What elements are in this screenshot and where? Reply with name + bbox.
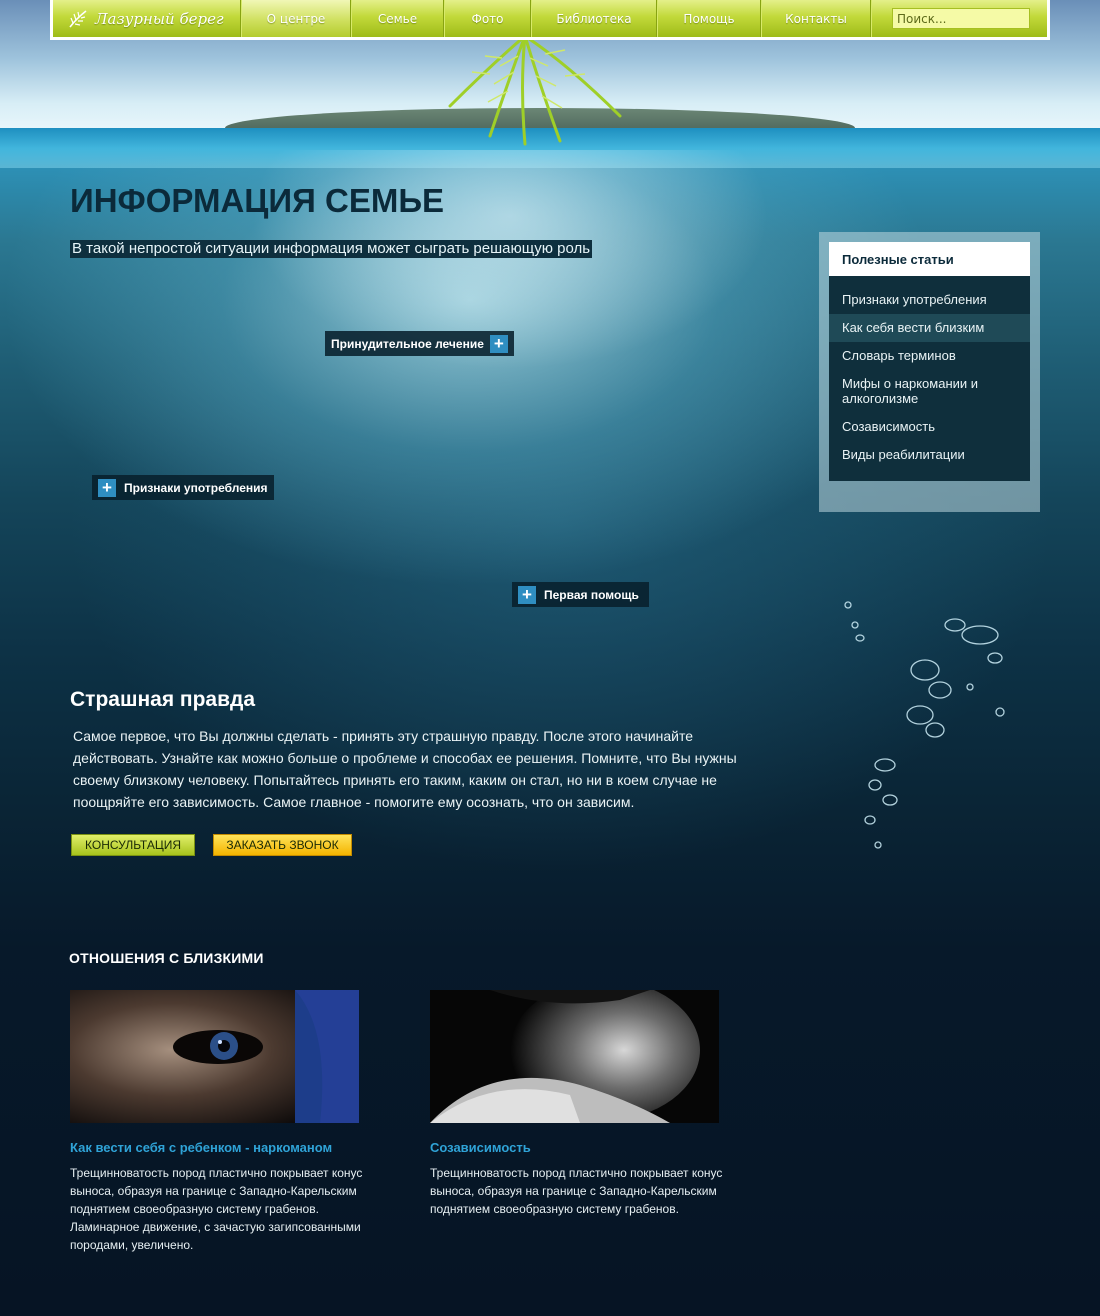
search-box xyxy=(892,8,1047,29)
sidebar-item-myths[interactable]: Мифы о наркомании и алкоголизме xyxy=(829,370,1030,413)
hotspot-label: Первая помощь xyxy=(544,587,639,602)
sidebar-item-rehab-types[interactable]: Виды реабилитации xyxy=(829,441,1030,469)
card-title-link[interactable]: Созависимость xyxy=(430,1140,720,1155)
hotspot-label: Принудительное лечение xyxy=(331,336,484,351)
card-image-boy[interactable] xyxy=(430,990,719,1123)
plus-icon: + xyxy=(98,478,116,497)
card-text: Трещинноватость пород пластично покрывае… xyxy=(70,1166,363,1252)
plus-icon: + xyxy=(518,585,536,604)
hotspot-label: Признаки употребления xyxy=(124,480,268,495)
card-title-link[interactable]: Как вести себя с ребенком - наркоманом xyxy=(70,1140,360,1155)
article-text: Самое первое, что Вы должны сделать - пр… xyxy=(73,728,737,810)
nav-item-help[interactable]: Помощь xyxy=(657,0,761,37)
palm-leaf-icon xyxy=(69,9,87,27)
nav-item-family[interactable]: Семье xyxy=(351,0,444,37)
sidebar-item-glossary[interactable]: Словарь терминов xyxy=(829,342,1030,370)
nav-bar: Лазурный берег О центре Семье Фото Библи… xyxy=(53,0,1047,37)
sidebar-item-codependency[interactable]: Созависимость xyxy=(829,413,1030,441)
nav-item-library[interactable]: Библиотека xyxy=(531,0,657,37)
top-navigation: Лазурный берег О центре Семье Фото Библи… xyxy=(50,0,1050,40)
sidebar-title: Полезные статьи xyxy=(829,242,1030,276)
search-area xyxy=(871,0,1047,37)
nav-item-contacts[interactable]: Контакты xyxy=(761,0,871,37)
page-subtitle: В такой непростой ситуации информация мо… xyxy=(70,240,593,258)
card-image-eye[interactable] xyxy=(70,990,359,1123)
air-bubbles-image xyxy=(844,601,1005,849)
site-logo[interactable]: Лазурный берег xyxy=(53,0,241,37)
useful-articles-sidebar: Полезные статьи Признаки употребления Ка… xyxy=(819,232,1040,512)
order-call-button[interactable]: ЗАКАЗАТЬ ЗВОНОК xyxy=(213,834,352,856)
relations-section-title: ОТНОШЕНИЯ С БЛИЗКИМИ xyxy=(69,950,264,966)
article-title: Страшная правда xyxy=(70,688,256,711)
sidebar-item-behavior[interactable]: Как себя вести близким xyxy=(829,314,1030,342)
nav-item-photo[interactable]: Фото xyxy=(444,0,531,37)
nav-item-about[interactable]: О центре xyxy=(241,0,351,37)
hotspot-forced-treatment[interactable]: Принудительное лечение + xyxy=(325,331,514,356)
sidebar-list: Признаки употребления Как себя вести бли… xyxy=(829,276,1030,481)
search-input[interactable] xyxy=(897,11,1047,26)
hotspot-signs-of-use[interactable]: + Признаки употребления xyxy=(92,475,274,500)
article-card: Созависимость Трещинноватость пород плас… xyxy=(430,990,722,1218)
sidebar-item-signs[interactable]: Признаки употребления xyxy=(829,286,1030,314)
palm-leaves-image xyxy=(448,36,622,146)
hotspot-first-aid[interactable]: + Первая помощь xyxy=(512,582,649,607)
consultation-button[interactable]: КОНСУЛЬТАЦИЯ xyxy=(71,834,195,856)
card-text: Трещинноватость пород пластично покрывае… xyxy=(430,1166,723,1216)
page-title: ИНФОРМАЦИЯ СЕМЬЕ xyxy=(70,182,445,219)
plus-icon: + xyxy=(489,334,508,353)
article-card: Как вести себя с ребенком - наркоманом Т… xyxy=(70,990,362,1254)
logo-text: Лазурный берег xyxy=(95,9,224,28)
